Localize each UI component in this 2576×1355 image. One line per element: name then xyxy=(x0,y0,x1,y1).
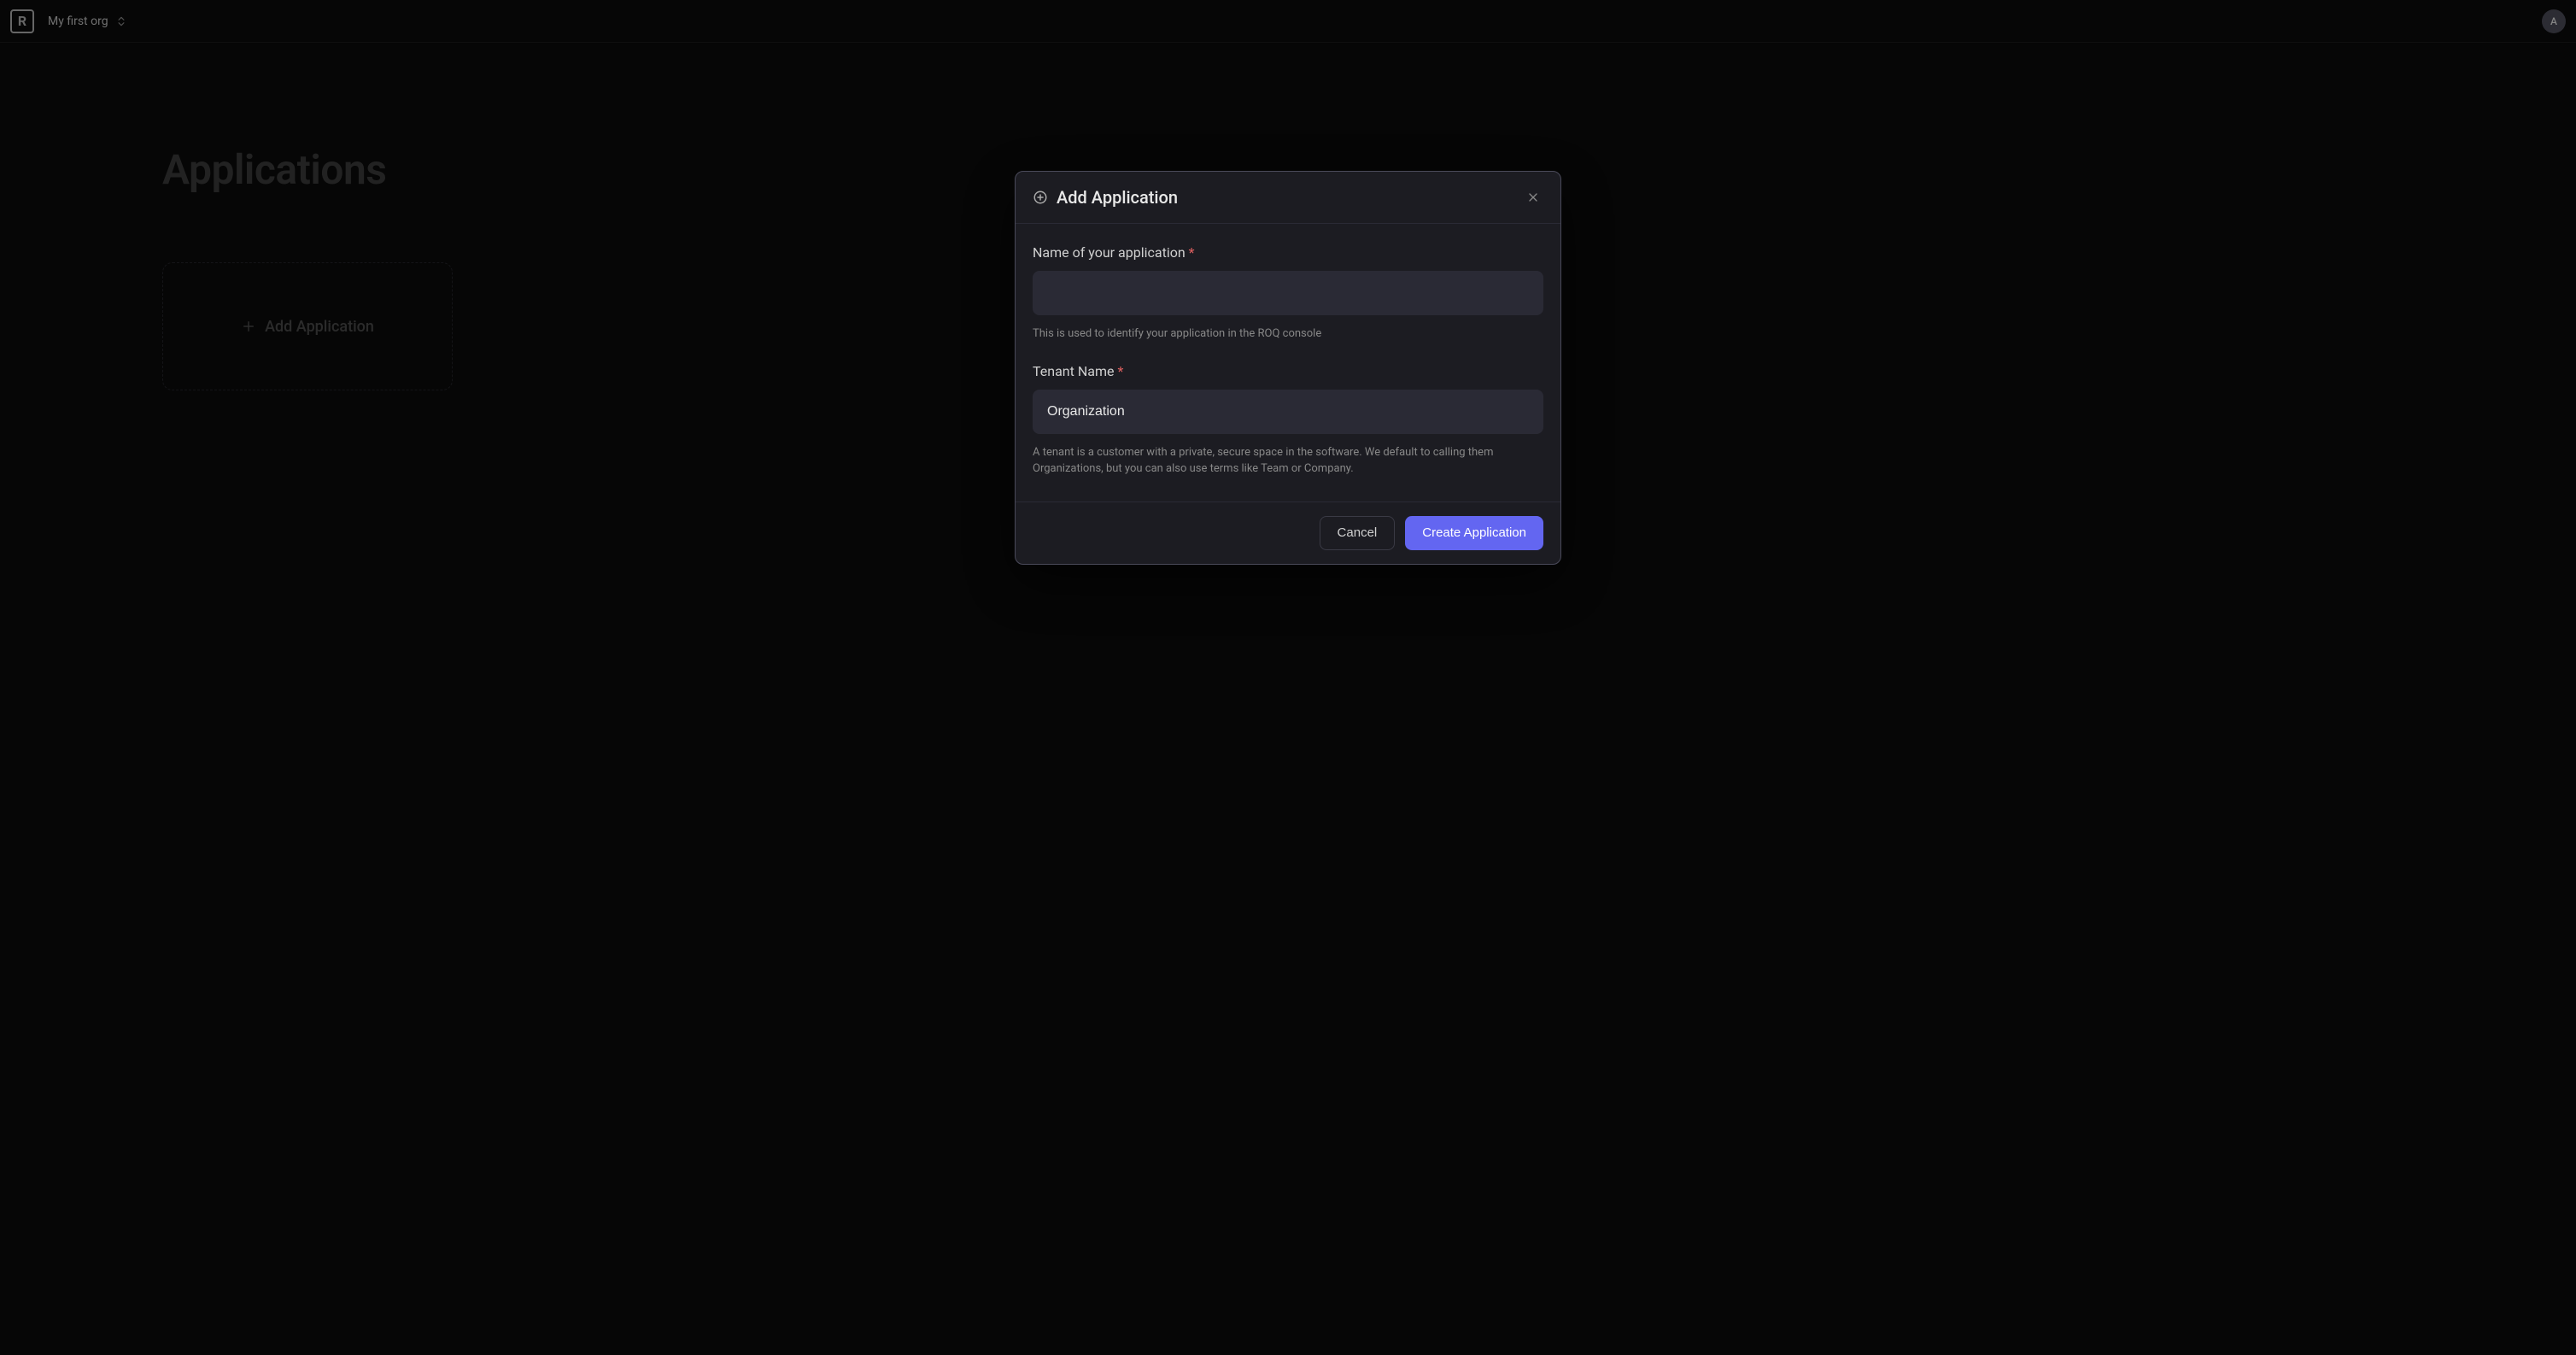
app-name-input[interactable] xyxy=(1033,271,1543,315)
modal-body: Name of your application * This is used … xyxy=(1016,224,1560,502)
create-application-button[interactable]: Create Application xyxy=(1405,516,1543,550)
modal-title: Add Application xyxy=(1057,187,1178,208)
form-group-app-name: Name of your application * This is used … xyxy=(1033,244,1543,343)
app-name-label-text: Name of your application xyxy=(1033,244,1186,261)
form-group-tenant-name: Tenant Name * A tenant is a customer wit… xyxy=(1033,363,1543,478)
required-mark: * xyxy=(1117,363,1123,379)
app-name-label: Name of your application * xyxy=(1033,244,1543,261)
cancel-button[interactable]: Cancel xyxy=(1320,516,1396,550)
modal-header: Add Application xyxy=(1016,172,1560,224)
tenant-name-input[interactable] xyxy=(1033,390,1543,434)
required-mark: * xyxy=(1189,244,1195,261)
modal-title-wrap: Add Application xyxy=(1033,187,1178,208)
tenant-name-label-text: Tenant Name xyxy=(1033,363,1114,379)
plus-circle-icon xyxy=(1033,190,1048,205)
close-icon xyxy=(1526,191,1540,204)
tenant-name-help: A tenant is a customer with a private, s… xyxy=(1033,444,1543,478)
modal-backdrop[interactable]: Add Application Name of your application… xyxy=(0,0,2576,1355)
add-application-modal: Add Application Name of your application… xyxy=(1015,171,1561,565)
tenant-name-label: Tenant Name * xyxy=(1033,363,1543,379)
app-name-help: This is used to identify your applicatio… xyxy=(1033,326,1543,343)
modal-footer: Cancel Create Application xyxy=(1016,502,1560,564)
close-button[interactable] xyxy=(1523,187,1543,208)
